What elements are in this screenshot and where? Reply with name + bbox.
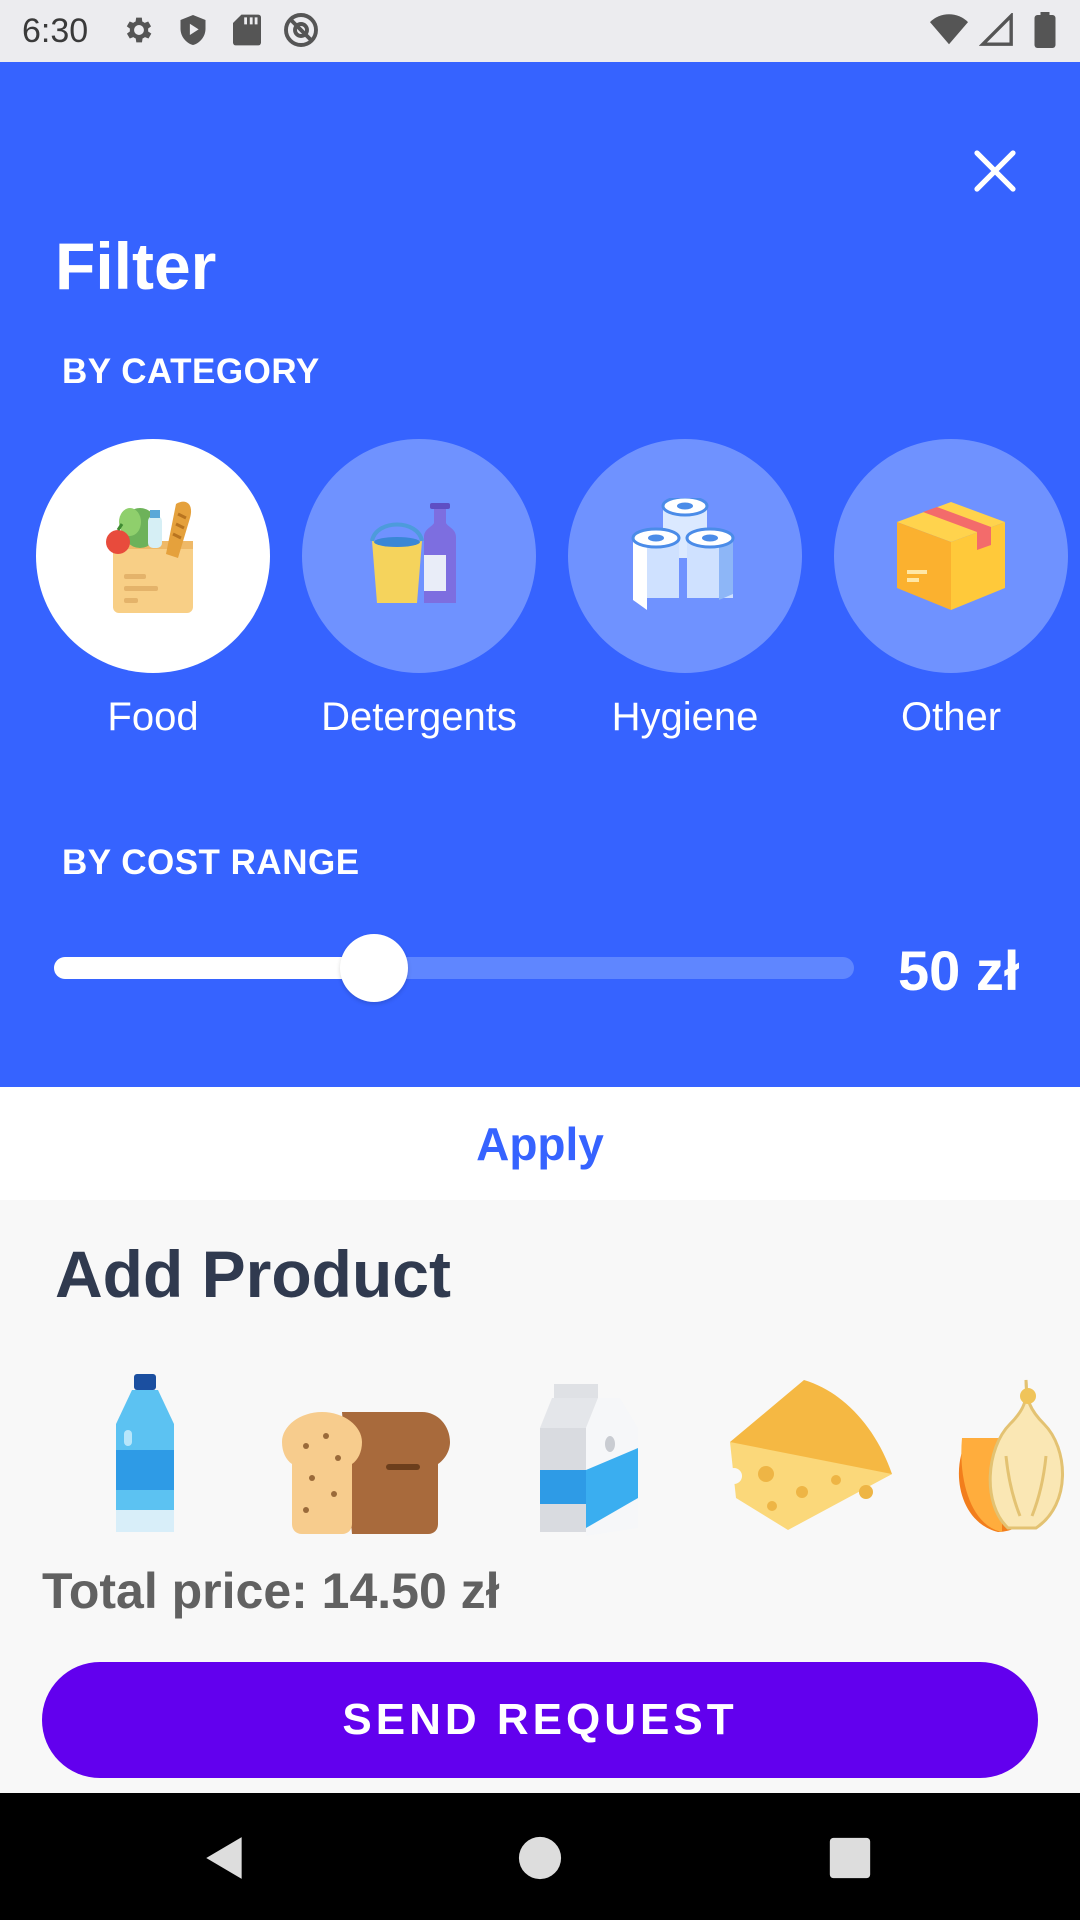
at-sign-icon bbox=[282, 10, 320, 50]
box-icon bbox=[897, 502, 1005, 610]
home-icon bbox=[518, 1836, 562, 1880]
filter-title: Filter bbox=[55, 229, 217, 303]
category-hygiene-circle bbox=[568, 439, 802, 673]
back-button[interactable] bbox=[190, 1823, 260, 1893]
product-milk[interactable] bbox=[538, 1370, 640, 1536]
cost-value: 50 zł bbox=[898, 939, 1020, 1002]
status-bar: 6:30 bbox=[0, 0, 1080, 62]
back-icon bbox=[206, 1837, 242, 1879]
apply-button[interactable]: Apply bbox=[476, 1117, 604, 1171]
status-icons-left bbox=[120, 10, 320, 50]
grocery-bag-icon bbox=[106, 501, 193, 613]
by-category-label: BY CATEGORY bbox=[62, 352, 320, 391]
total-price: Total price: 14.50 zł bbox=[42, 1563, 500, 1619]
shield-play-icon bbox=[174, 10, 212, 50]
category-other[interactable]: Other bbox=[834, 439, 1068, 740]
detergent-icon bbox=[370, 503, 456, 603]
recents-button[interactable] bbox=[815, 1823, 885, 1893]
onion-icon bbox=[958, 1379, 1064, 1532]
sd-card-icon bbox=[228, 10, 266, 50]
category-hygiene-label: Hygiene bbox=[611, 695, 759, 739]
water-bottle-icon bbox=[116, 1374, 174, 1532]
category-food-label: Food bbox=[107, 695, 199, 739]
cheese-icon bbox=[726, 1380, 892, 1530]
cost-slider-fill bbox=[54, 957, 374, 979]
category-food[interactable]: Food bbox=[36, 439, 270, 740]
battery-icon bbox=[1026, 10, 1064, 50]
add-product-title: Add Product bbox=[55, 1237, 451, 1311]
milk-carton-icon bbox=[540, 1384, 638, 1536]
category-other-circle bbox=[834, 439, 1068, 673]
cost-slider[interactable] bbox=[54, 934, 854, 1002]
product-bread[interactable] bbox=[282, 1370, 452, 1536]
close-button[interactable] bbox=[960, 136, 1030, 206]
category-hygiene[interactable]: Hygiene bbox=[568, 439, 802, 740]
apply-bar: Apply bbox=[0, 1087, 1080, 1200]
wifi-icon bbox=[930, 10, 968, 50]
category-detergents-circle bbox=[302, 439, 536, 673]
category-food-circle bbox=[36, 439, 270, 673]
send-request-button[interactable]: SEND REQUEST bbox=[42, 1662, 1038, 1778]
category-detergents[interactable]: Detergents bbox=[302, 439, 536, 740]
close-icon bbox=[974, 150, 1016, 192]
product-cheese[interactable] bbox=[726, 1370, 896, 1536]
recents-icon bbox=[829, 1837, 871, 1879]
status-time: 6:30 bbox=[22, 12, 89, 50]
settings-icon bbox=[120, 10, 158, 50]
product-onion[interactable] bbox=[948, 1370, 1080, 1536]
status-icons-right bbox=[930, 10, 1064, 50]
bread-icon bbox=[282, 1412, 450, 1534]
category-other-label: Other bbox=[900, 695, 1002, 739]
category-detergents-label: Detergents bbox=[321, 695, 517, 739]
navigation-bar bbox=[0, 1793, 1080, 1920]
product-water[interactable] bbox=[110, 1370, 180, 1536]
toilet-paper-icon bbox=[631, 498, 735, 610]
cost-slider-thumb[interactable] bbox=[340, 934, 408, 1002]
cellular-signal-icon bbox=[978, 10, 1016, 50]
by-cost-range-label: BY COST RANGE bbox=[62, 843, 360, 882]
home-button[interactable] bbox=[505, 1823, 575, 1893]
